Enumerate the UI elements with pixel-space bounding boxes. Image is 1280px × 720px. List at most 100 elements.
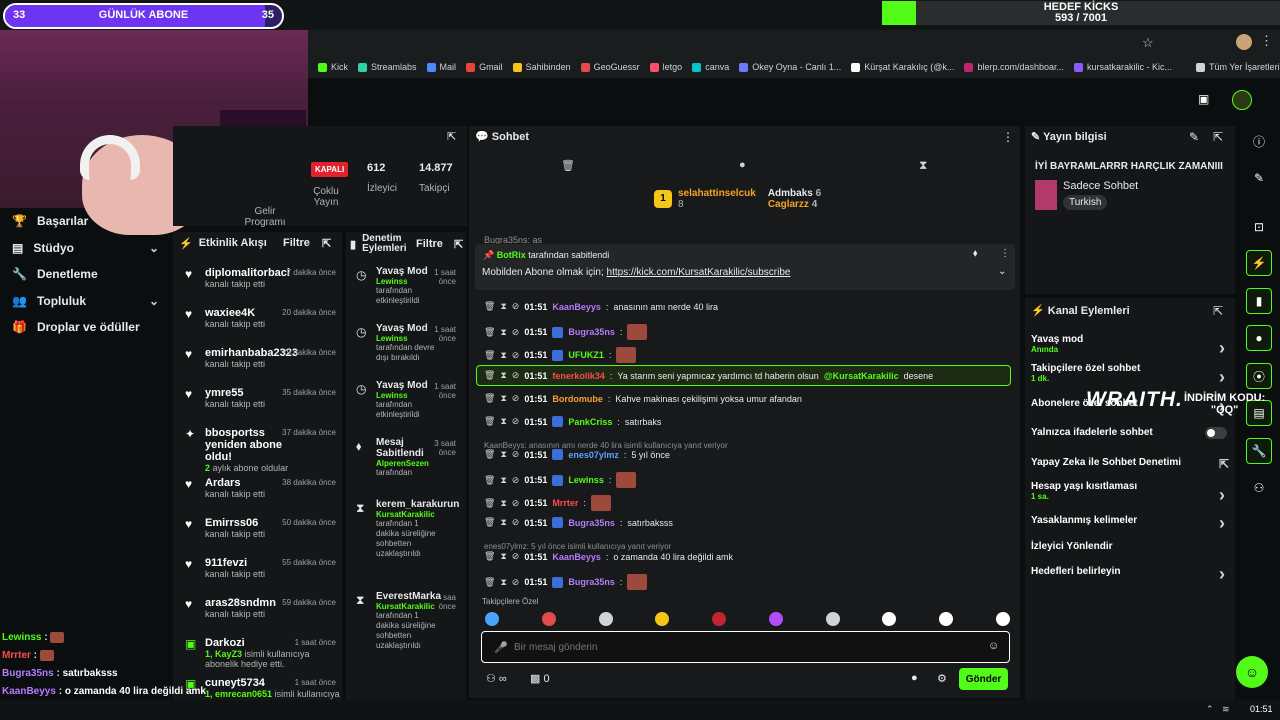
hourglass-icon[interactable]: ⧗ — [500, 327, 506, 338]
event-filter-button[interactable]: Filtre — [283, 237, 310, 249]
edit-icon[interactable]: ✎ — [1189, 130, 1199, 144]
emote-button[interactable] — [655, 612, 670, 626]
emote-button[interactable] — [768, 612, 783, 626]
support-chat-icon[interactable]: ☺ — [1236, 656, 1268, 688]
chat-username[interactable]: Bordomube — [552, 394, 603, 404]
nav-studio[interactable]: ▤ Stüdyo ⌄ — [0, 235, 173, 262]
ban-icon[interactable]: ⊘ — [512, 393, 520, 404]
hourglass-icon[interactable]: ⧗ — [500, 498, 506, 509]
ban-icon[interactable]: ⊘ — [512, 475, 520, 486]
chat-input[interactable] — [514, 639, 984, 655]
users-icon[interactable]: ⚇ — [1246, 475, 1272, 501]
ban-icon[interactable]: ⊘ — [512, 301, 520, 312]
delete-icon[interactable]: 🗑 — [484, 498, 495, 509]
bookmark-item[interactable]: Mail — [426, 62, 456, 72]
menu-icon[interactable]: ⋮ — [1000, 248, 1010, 259]
income-program-label[interactable]: Gelir Programı — [241, 206, 289, 228]
send-button[interactable]: Gönder — [959, 668, 1008, 690]
chevron-down-icon[interactable]: ⌄ — [998, 266, 1006, 277]
hourglass-icon[interactable]: ⧗ — [500, 301, 506, 312]
popout-icon[interactable]: ⇱ — [447, 130, 456, 143]
delete-icon[interactable]: 🗑 — [484, 350, 495, 361]
bookmark-item[interactable]: Streamlabs — [358, 62, 417, 72]
points-icon[interactable]: ⚇ ∞ — [486, 672, 507, 685]
speech-bubble-icon[interactable]: ● — [739, 159, 746, 171]
popout-icon[interactable]: ⇱ — [322, 237, 331, 250]
delete-icon[interactable]: 🗑 — [484, 301, 495, 312]
hourglass-icon[interactable]: ⧗ — [919, 158, 927, 173]
ban-icon[interactable]: ⊘ — [512, 551, 520, 562]
chat-username[interactable]: Bugra35ns — [568, 577, 615, 587]
emote-button[interactable] — [541, 612, 556, 626]
bookmark-item[interactable]: Gmail — [466, 62, 503, 72]
hourglass-icon[interactable]: ⧗ — [500, 475, 506, 486]
hourglass-icon[interactable]: ⧗ — [500, 577, 506, 588]
trash-icon[interactable]: 🗑 — [561, 159, 575, 172]
broadcast-icon[interactable]: ⦿ — [1246, 363, 1272, 389]
ban-icon[interactable]: ⊘ — [512, 327, 520, 338]
delete-icon[interactable]: 🗑 — [484, 517, 495, 528]
chat-input-box[interactable]: 🎤 ☺ — [481, 631, 1010, 663]
chat-username[interactable]: PankCriss — [568, 417, 612, 427]
ban-icon[interactable]: ⊘ — [512, 517, 520, 528]
gift-box-icon[interactable]: ▩ — [530, 673, 540, 685]
delete-icon[interactable]: 🗑 — [484, 416, 495, 427]
chat-bubble-icon[interactable]: ● — [1246, 325, 1272, 351]
camera-icon[interactable]: ▣ — [1198, 92, 1209, 106]
popout-icon[interactable]: ⇱ — [1213, 304, 1223, 318]
top-gifter-2[interactable]: Admbaks 6 — [768, 188, 821, 199]
nav-moderation[interactable]: 🔧 Denetleme — [0, 261, 173, 288]
expand-icon[interactable]: ⊡ — [1246, 214, 1272, 240]
ban-icon[interactable]: ⊘ — [512, 416, 520, 427]
emote-button[interactable] — [995, 612, 1010, 626]
top-gifter-1[interactable]: selahattinselcuk — [678, 188, 756, 199]
hourglass-icon[interactable]: ⧗ — [500, 350, 506, 361]
top-gifter-3[interactable]: Caglarzz 4 — [768, 199, 817, 210]
channel-action-item[interactable]: İzleyici Yönlendir — [1031, 541, 1113, 552]
stream-category[interactable]: Sadece Sohbet — [1063, 180, 1138, 192]
nav-community[interactable]: 👥 Topluluk ⌄ — [0, 288, 173, 315]
channel-action-item[interactable]: Yapay Zeka ile Sohbet Denetimi ⇱ — [1031, 457, 1229, 471]
pinned-by[interactable]: BotRix — [497, 250, 526, 260]
gear-icon[interactable]: ⚙ — [937, 672, 947, 685]
channel-avatar[interactable] — [1232, 90, 1252, 110]
multi-stream-label[interactable]: Çoklu Yayın — [309, 186, 343, 208]
wrench-icon[interactable]: 🔧 — [1246, 438, 1272, 464]
emote-button[interactable] — [712, 612, 727, 626]
ban-icon[interactable]: ⊘ — [512, 498, 520, 509]
popout-icon[interactable]: ⇱ — [454, 238, 463, 251]
bookmark-item[interactable]: kursatkarakilic - Kic... — [1074, 62, 1172, 72]
channel-action-item[interactable]: Yalnızca ifadelerle sohbet — [1031, 427, 1153, 438]
emote-only-toggle[interactable] — [1205, 427, 1227, 439]
nav-achievements[interactable]: 🏆 Başarılar — [0, 208, 173, 235]
delete-icon[interactable]: 🗑 — [484, 577, 495, 588]
bookmark-item[interactable]: Sahibinden — [512, 62, 571, 72]
chat-username[interactable]: Lewinss — [568, 475, 604, 485]
ban-icon[interactable]: ⊘ — [512, 449, 520, 460]
microphone-icon[interactable]: 🎤 — [494, 641, 508, 654]
bookmark-item[interactable]: GeoGuessr — [580, 62, 640, 72]
delete-icon[interactable]: 🗑 — [484, 551, 495, 562]
emoji-icon[interactable]: ☺ — [988, 640, 999, 652]
bookmark-item[interactable]: letgo — [649, 62, 682, 72]
bolt-icon[interactable]: ⚡ — [1246, 250, 1272, 276]
nav-drops[interactable]: 🎁 Droplar ve ödüller — [0, 314, 173, 341]
delete-icon[interactable]: 🗑 — [484, 370, 495, 381]
notes-icon[interactable]: ▮ — [1246, 288, 1272, 314]
menu-icon[interactable]: ⋮ — [1260, 33, 1273, 49]
channel-action-item[interactable]: Takipçilere özel sohbet 1 dk. › — [1031, 363, 1225, 387]
info-icon[interactable]: ⓘ — [1246, 128, 1272, 154]
pin-icon[interactable]: ⬧ — [973, 248, 978, 259]
ban-icon[interactable]: ⊘ — [512, 350, 520, 361]
popout-icon[interactable]: ⇱ — [1213, 130, 1223, 144]
bookmark-item[interactable]: canva — [692, 62, 729, 72]
hourglass-icon[interactable]: ⧗ — [500, 551, 506, 562]
hourglass-icon[interactable]: ⧗ — [500, 370, 506, 381]
mod-filter-button[interactable]: Filtre — [416, 238, 443, 250]
tray-chevron-icon[interactable]: ⌃ — [1206, 704, 1214, 715]
emote-button[interactable] — [485, 612, 499, 626]
chat-menu-icon[interactable]: ⋮ — [1002, 130, 1014, 144]
chat-username[interactable]: fenerkolik34 — [552, 371, 605, 381]
edit-icon[interactable]: ✎ — [1246, 165, 1272, 191]
pinned-link[interactable]: https://kick.com/KursatKarakilic/subscri… — [607, 267, 791, 278]
